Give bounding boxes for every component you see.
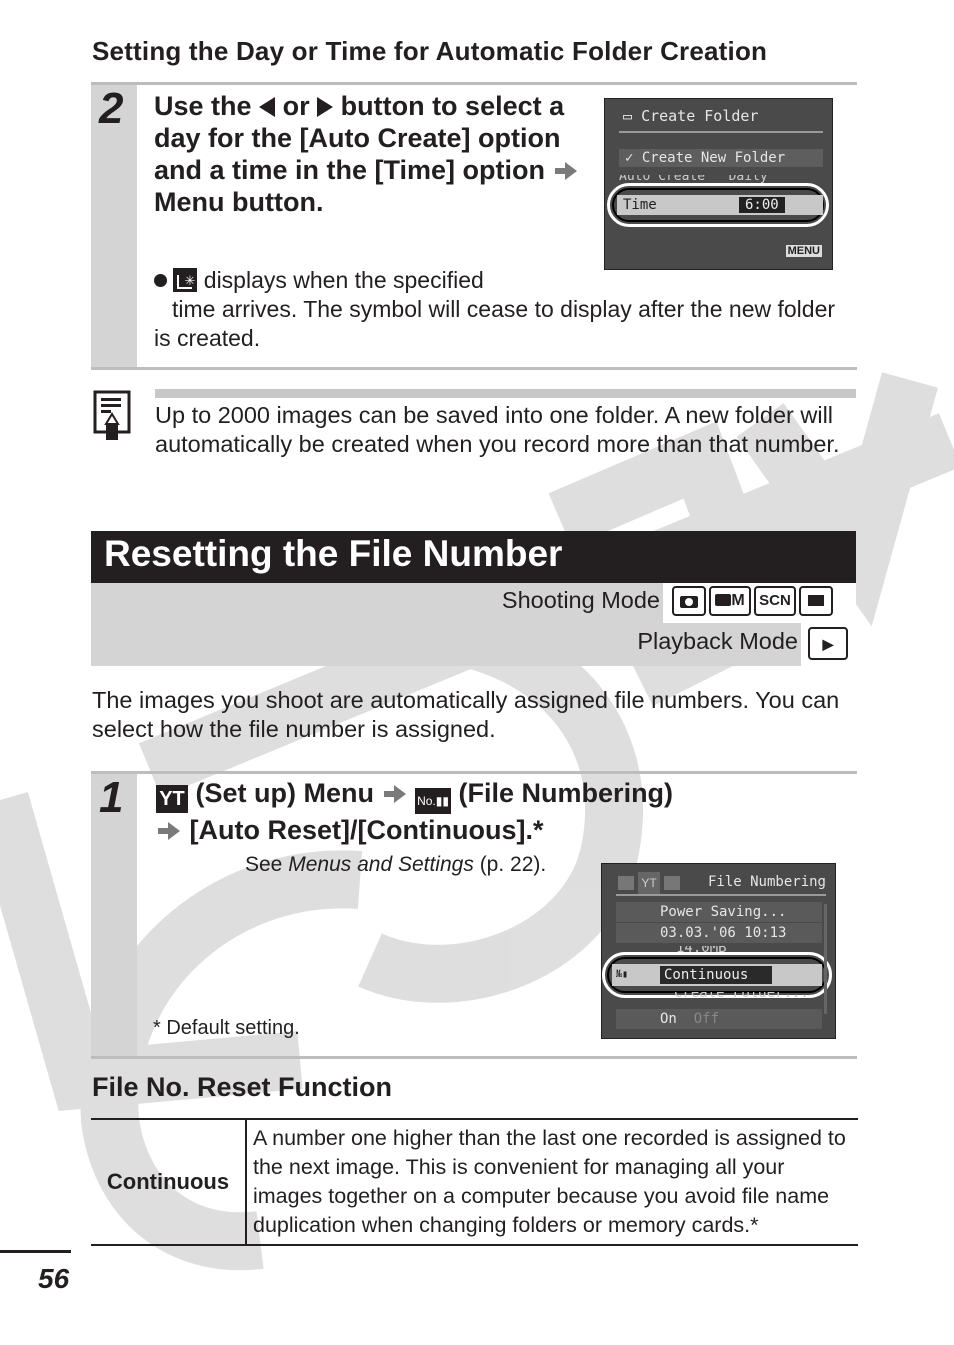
page-ref: (p. 22).: [479, 853, 547, 876]
manual-camera-icon: M: [709, 586, 751, 616]
folder-icon: ▭: [623, 107, 633, 125]
table-term: Continuous: [91, 1118, 247, 1246]
fat-arrow-icon: [158, 822, 180, 840]
shooting-mode-label: Shooting Mode: [501, 587, 660, 613]
shooting-mode-icons: M SCN: [663, 583, 856, 623]
lcd-row: Power Saving...: [616, 902, 822, 922]
note-text: Up to 2000 images can be saved into one …: [155, 402, 840, 457]
divider: [619, 131, 823, 133]
instruction-text: [Auto Reset]/[Continuous].*: [189, 815, 544, 845]
camera-tab-icon: [618, 876, 634, 890]
bullet-note: ✳ displays when the specified time arriv…: [154, 266, 854, 353]
subsection-title: Setting the Day or Time for Automatic Fo…: [92, 36, 768, 66]
lcd-row-selected: Time 6:00: [617, 195, 823, 215]
playback-mode-label: Playback Mode: [637, 628, 798, 654]
lcd-row-value: 6:00: [739, 197, 785, 213]
scn-mode-icon: SCN: [754, 586, 796, 616]
folder-create-icon: ✳: [173, 268, 198, 292]
divider: [91, 771, 857, 774]
step-1-box: 1 ΥΤ (Set up) Menu No.▮▮ (File Numbering…: [91, 771, 857, 1059]
mode-label-m: M: [731, 592, 745, 609]
file-numbering-icon: No.▮▮: [415, 788, 452, 814]
lcd-row-value: Off: [693, 1011, 720, 1027]
movie-icon: [799, 586, 833, 616]
lcd-row: On Off: [616, 1009, 822, 1029]
instruction-text: (File Numbering): [458, 778, 674, 808]
function-table: Continuous A number one higher than the …: [91, 1118, 858, 1246]
mycamera-tab-icon: [664, 876, 680, 890]
setup-tools-icon: ΥΤ: [156, 785, 188, 813]
instruction-text: Use the: [154, 91, 252, 121]
left-arrow-icon: [259, 97, 276, 117]
setup-tab-icon: ΥΤ: [638, 872, 660, 894]
see-reference: See Menus and Settings (p. 22).: [245, 853, 546, 877]
right-arrow-icon: [317, 97, 334, 117]
section-title: Resetting the File Number: [104, 533, 563, 574]
step-number: 1: [99, 773, 124, 822]
playback-mode-icons: ▶: [801, 623, 856, 666]
play-icon: ▶: [808, 627, 848, 660]
footnote: * Default setting.: [153, 1017, 300, 1039]
bullet-text: time arrives. The symbol will cease to d…: [154, 296, 836, 351]
step-instruction: ΥΤ (Set up) Menu No.▮▮ (File Numbering) …: [156, 777, 856, 846]
section-header: Resetting the File Number: [91, 531, 856, 583]
divider: [91, 82, 857, 85]
fat-arrow-icon: [383, 785, 406, 803]
intro-paragraph: The images you shoot are automatically a…: [92, 687, 840, 742]
lcd-row: ✓ Create New Folder: [619, 149, 823, 167]
bullet-text: displays when the specified: [203, 267, 484, 293]
function-heading: File No. Reset Function: [92, 1072, 393, 1102]
lcd-row: Create Folder...: [616, 992, 822, 1002]
checkmark-icon: ✓: [625, 150, 634, 166]
lcd-row-value: Continuous: [660, 966, 772, 984]
menu-button-label: MENU: [785, 245, 822, 257]
instruction-text: (Set up) Menu: [195, 778, 374, 808]
mode-band: Shooting Mode M SCN Playback Mode ▶: [91, 583, 856, 666]
lcd-row-selected: №▮ Continuous: [612, 964, 822, 986]
see-prefix: See: [245, 853, 283, 876]
divider: [91, 367, 857, 370]
step-2-box: 2 Use the or button to select a day for …: [91, 82, 857, 370]
step-instruction: Use the or button to select a day for th…: [154, 90, 584, 218]
lcd-title: Create Folder: [641, 107, 759, 125]
auto-camera-icon: [672, 586, 706, 616]
icon-text: No.: [417, 794, 436, 808]
menus-settings-link[interactable]: Menus and Settings: [288, 853, 474, 876]
lcd-row-label: 03.03.'06 10:13: [660, 925, 787, 941]
bullet-icon: [154, 274, 167, 287]
lcd-row-label: Create New Folder: [641, 150, 786, 166]
lcd-row: 03.03.'06 10:13: [616, 923, 822, 943]
memo-pencil-icon: [93, 390, 135, 442]
lcd-row-label: On: [660, 1011, 677, 1027]
lcd-create-folder-screenshot: ▭ Create Folder ✓ Create New Folder Auto…: [604, 98, 833, 270]
lcd-tabs: ΥΤ File Numbering: [616, 872, 826, 896]
page-number: 56: [38, 1263, 70, 1294]
instruction-text: or: [282, 91, 310, 121]
page-number-rule: [0, 1250, 71, 1253]
file-numbering-icon: №▮: [616, 969, 629, 980]
lcd-row-label: Power Saving...: [660, 904, 787, 920]
lcd-scrollbar: [824, 904, 827, 1014]
lcd-file-numbering-screenshot: ΥΤ File Numbering Power Saving... 03.03.…: [601, 863, 836, 1039]
lcd-title: File Numbering: [707, 874, 826, 890]
fat-arrow-icon: [554, 162, 577, 180]
lcd-row-label: Create Folder...: [674, 992, 809, 1001]
step-number: 2: [99, 84, 124, 133]
table-row: Continuous A number one higher than the …: [91, 1118, 858, 1246]
divider: [91, 1056, 857, 1059]
instruction-text: Menu button.: [154, 187, 324, 217]
lcd-row-label: Time: [623, 197, 657, 213]
note-rule: [155, 389, 856, 398]
table-description: A number one higher than the last one re…: [246, 1118, 858, 1246]
